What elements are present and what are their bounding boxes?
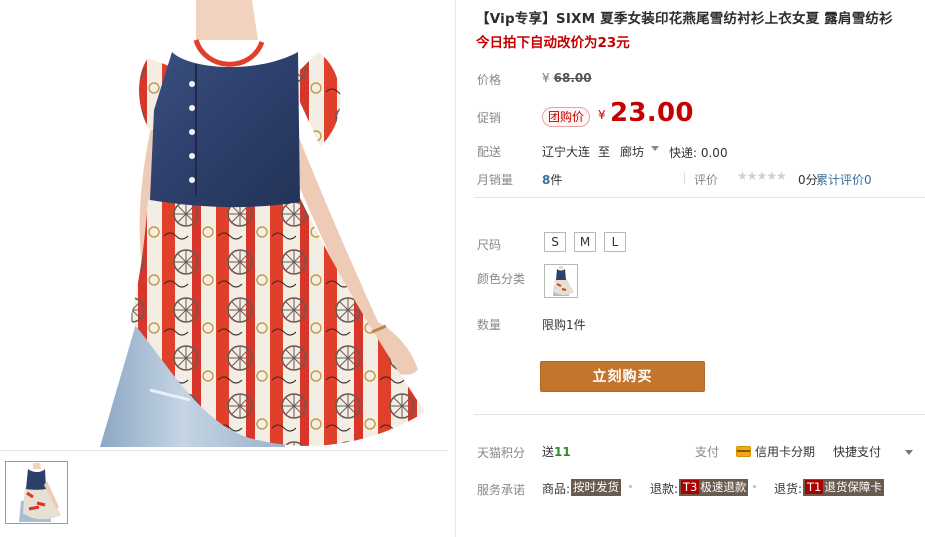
- service-separator: [629, 485, 632, 488]
- quantity-limit: 限购1件: [542, 318, 586, 332]
- promotion-tag: 团购价: [542, 107, 591, 127]
- size-label: 尺码: [477, 238, 502, 252]
- delivery-origin: 辽宁大连: [542, 145, 591, 159]
- points-prefix: 送: [542, 445, 555, 459]
- buy-now-button[interactable]: 立刻购买: [540, 361, 705, 392]
- sales-label: 月销量: [477, 173, 514, 187]
- delivery-to-text: 至: [598, 145, 611, 159]
- color-swatch-image: [546, 266, 576, 296]
- service-return-key: 退货:: [774, 482, 803, 496]
- review-label: 评价: [694, 173, 719, 187]
- review-count-link[interactable]: 累计评价0: [816, 171, 872, 188]
- size-option-m[interactable]: M: [574, 232, 596, 252]
- product-photo: [0, 0, 448, 447]
- star-rating-icon: ★★★★★: [737, 169, 787, 183]
- credit-card-icon: [736, 446, 751, 457]
- original-price: ¥68.00: [542, 71, 592, 85]
- section-divider: [474, 197, 925, 198]
- service-badge-fast-refund[interactable]: T3 极速退款: [679, 479, 749, 496]
- installment-option[interactable]: 信用卡分期: [755, 443, 815, 460]
- color-label: 颜色分类: [477, 272, 526, 286]
- service-badge-ontime[interactable]: 按时发货: [571, 479, 621, 496]
- service-badge-code: T3: [681, 480, 700, 494]
- product-subtitle: 今日拍下自动改价为23元: [476, 35, 630, 51]
- promotion-currency: ¥: [598, 108, 606, 122]
- points-value: 送11: [542, 443, 571, 460]
- service-badge-return-card[interactable]: T1 退货保障卡: [803, 479, 884, 496]
- service-badge-text: 极速退款: [700, 480, 747, 494]
- thumbnail-1[interactable]: [5, 461, 68, 524]
- delivery-fee: 快递: 0.00: [669, 146, 728, 160]
- promotion-price: 23.00: [610, 98, 694, 128]
- sales-count: 8件: [542, 171, 562, 188]
- thumbnail-list: [5, 461, 68, 524]
- sales-count-unit: 件: [550, 173, 563, 187]
- service-separator: [753, 485, 756, 488]
- quick-pay-option[interactable]: 快捷支付: [833, 443, 881, 460]
- original-price-value: 68.00: [553, 71, 592, 85]
- chevron-down-icon[interactable]: [905, 450, 913, 455]
- service-label: 服务承诺: [477, 483, 526, 497]
- service-badge-text: 按时发货: [573, 480, 619, 494]
- sales-divider: [684, 172, 685, 184]
- payment-label: 支付: [695, 445, 720, 459]
- size-option-s[interactable]: S: [544, 232, 566, 252]
- review-score: 0分: [798, 173, 818, 187]
- service-refund-key: 退款:: [650, 482, 679, 496]
- quantity-label: 数量: [477, 318, 502, 332]
- product-title: 【Vip专享】SIXM 夏季女装印花燕尾雪纺衬衫上衣女夏 露肩雪纺衫: [476, 11, 893, 27]
- points-label: 天猫积分: [477, 446, 526, 460]
- original-price-currency: ¥: [542, 71, 550, 85]
- service-badge-code: T1: [805, 480, 824, 494]
- chevron-down-icon[interactable]: [651, 146, 659, 151]
- points-number: 11: [554, 445, 571, 459]
- price-label: 价格: [477, 73, 502, 87]
- product-info-panel: 【Vip专享】SIXM 夏季女装印花燕尾雪纺衬衫上衣女夏 露肩雪纺衫 今日拍下自…: [474, 0, 925, 537]
- thumbnail-image: [7, 463, 66, 522]
- product-main-image[interactable]: [0, 0, 448, 447]
- promotion-label: 促销: [477, 111, 502, 125]
- service-goods-key: 商品:: [542, 482, 571, 496]
- delivery-label: 配送: [477, 145, 502, 159]
- delivery-city-select[interactable]: 廊坊: [620, 143, 644, 160]
- color-option[interactable]: [544, 264, 578, 298]
- gallery-divider: [0, 450, 448, 451]
- product-gallery: [0, 0, 456, 537]
- section-divider: [474, 414, 925, 415]
- service-badge-text: 退货保障卡: [824, 480, 882, 494]
- size-option-l[interactable]: L: [604, 232, 626, 252]
